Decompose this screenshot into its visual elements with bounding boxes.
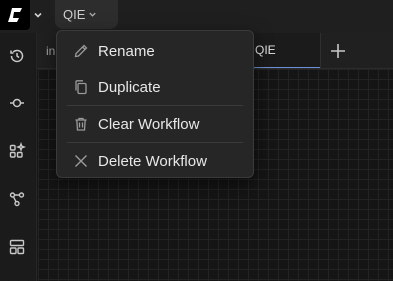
workflow-dropdown-menu: Rename Duplicate Clear Workflow Delete W… bbox=[56, 30, 254, 178]
menu-item-label: Clear Workflow bbox=[98, 115, 200, 133]
model-icon[interactable] bbox=[6, 92, 28, 114]
menu-item-duplicate[interactable]: Duplicate bbox=[57, 69, 253, 105]
workflow-name: QIE bbox=[63, 7, 86, 22]
trash-icon bbox=[72, 116, 89, 133]
pencil-icon bbox=[72, 43, 89, 60]
chevron-down-icon[interactable] bbox=[31, 8, 45, 22]
menu-item-label: Rename bbox=[98, 42, 155, 60]
app-logo[interactable] bbox=[0, 0, 30, 30]
menu-item-label: Duplicate bbox=[98, 78, 161, 96]
chevron-down-icon bbox=[89, 12, 97, 17]
logo-icon bbox=[8, 8, 22, 22]
tab-label: in bbox=[46, 43, 56, 58]
top-bar: QIE bbox=[0, 0, 393, 33]
tab-divider bbox=[320, 33, 321, 68]
plus-icon bbox=[331, 44, 345, 58]
history-icon[interactable] bbox=[6, 45, 28, 67]
tab-label: QIE bbox=[255, 43, 276, 57]
menu-item-rename[interactable]: Rename bbox=[57, 33, 253, 69]
templates-icon[interactable] bbox=[6, 236, 28, 258]
menu-item-clear-workflow[interactable]: Clear Workflow bbox=[57, 106, 253, 142]
nodes-sparkle-icon[interactable] bbox=[6, 140, 28, 162]
copy-icon bbox=[72, 79, 89, 96]
close-icon bbox=[72, 153, 89, 170]
sidebar bbox=[0, 33, 37, 281]
workflow-menu-button[interactable]: QIE bbox=[55, 0, 118, 29]
menu-item-delete-workflow[interactable]: Delete Workflow bbox=[57, 143, 253, 179]
menu-item-label: Delete Workflow bbox=[98, 152, 207, 170]
add-tab-button[interactable] bbox=[325, 38, 351, 64]
workflow-branch-icon[interactable] bbox=[6, 188, 28, 210]
